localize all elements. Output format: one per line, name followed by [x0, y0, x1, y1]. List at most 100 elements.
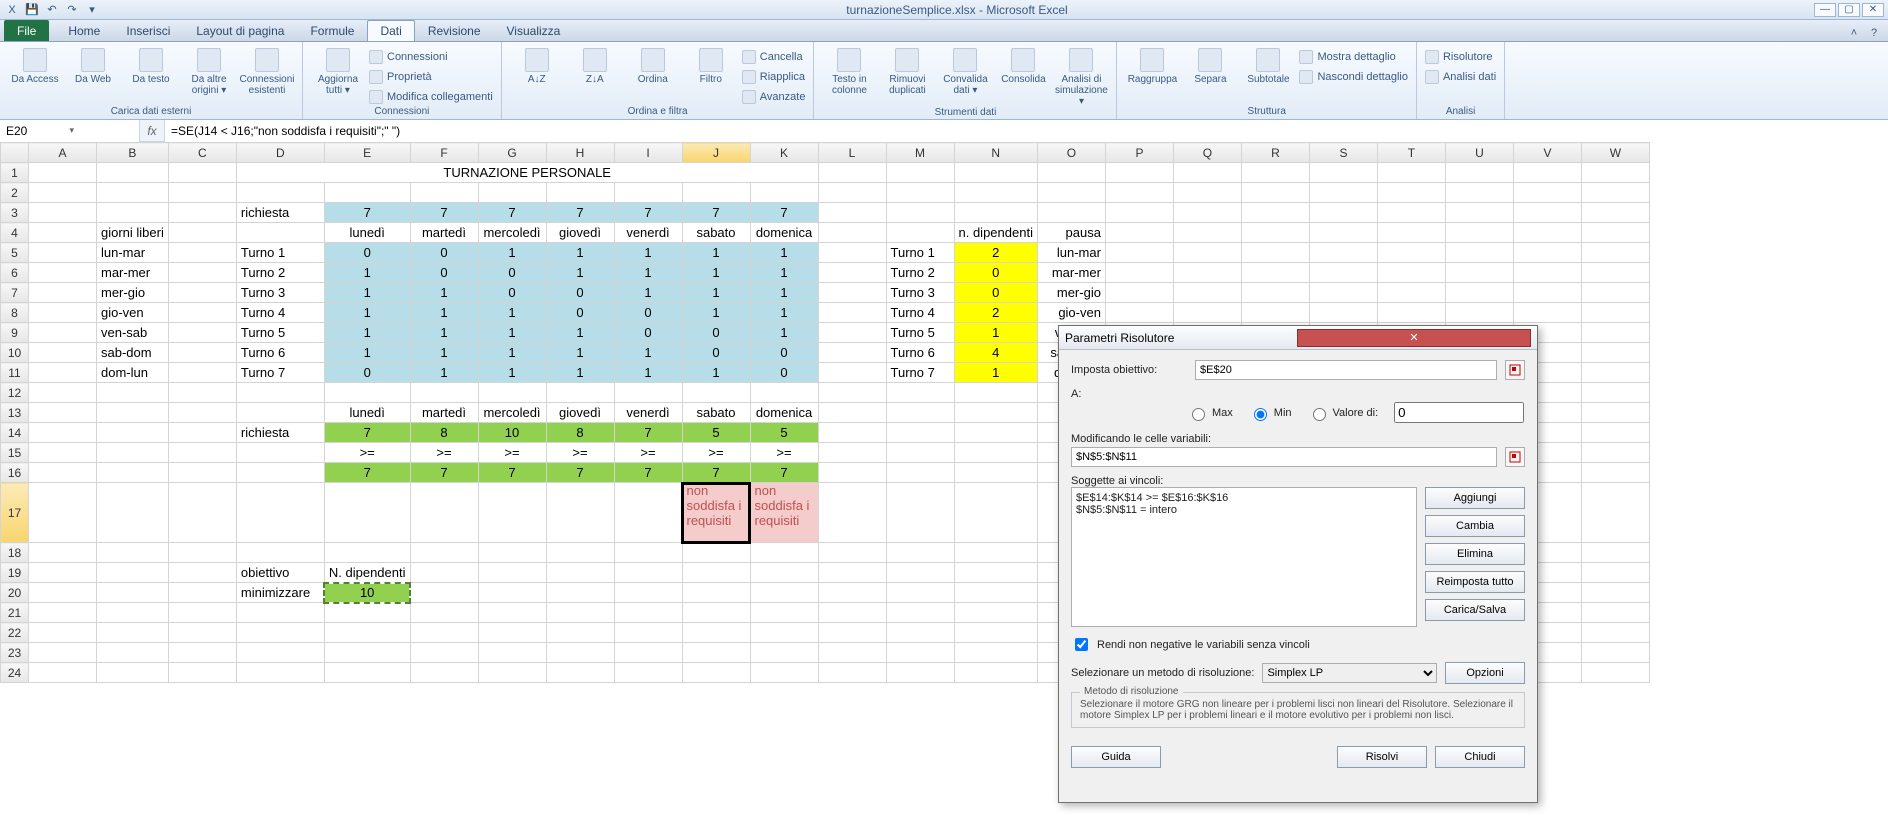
cell-B22[interactable] [97, 623, 169, 643]
cell-L9[interactable] [818, 323, 886, 343]
cell-A14[interactable] [29, 423, 97, 443]
cell-F17[interactable] [410, 483, 478, 543]
cell-D14[interactable]: richiesta [236, 423, 324, 443]
col-header-M[interactable]: M [886, 143, 954, 163]
col-header-B[interactable]: B [97, 143, 169, 163]
cell-A16[interactable] [29, 463, 97, 483]
cell-J16[interactable]: 7 [682, 463, 750, 483]
cell-W17[interactable] [1581, 483, 1649, 543]
cell-M10[interactable]: Turno 6 [886, 343, 954, 363]
tools-convalida-dati--button[interactable]: Convalida dati ▾ [938, 44, 992, 107]
cell-W21[interactable] [1581, 603, 1649, 623]
cell-I24[interactable] [614, 663, 682, 683]
ext-data-da-access-button[interactable]: Da Access [8, 44, 62, 96]
cell-N12[interactable] [954, 383, 1037, 403]
cell-L24[interactable] [818, 663, 886, 683]
cell-R1[interactable] [1241, 163, 1309, 183]
cell-E7[interactable]: 1 [324, 283, 410, 303]
cell-J19[interactable] [682, 563, 750, 583]
cell-L11[interactable] [818, 363, 886, 383]
row-header-18[interactable]: 18 [1, 543, 29, 563]
tab-home[interactable]: Home [55, 20, 113, 41]
cell-W8[interactable] [1581, 303, 1649, 323]
cell-R4[interactable] [1241, 223, 1309, 243]
cell-A10[interactable] [29, 343, 97, 363]
cell-W22[interactable] [1581, 623, 1649, 643]
row-header-11[interactable]: 11 [1, 363, 29, 383]
cell-M12[interactable] [886, 383, 954, 403]
tab-layout-di-pagina[interactable]: Layout di pagina [183, 20, 297, 41]
cell-H7[interactable]: 0 [546, 283, 614, 303]
cell-I10[interactable]: 1 [614, 343, 682, 363]
cell-W11[interactable] [1581, 363, 1649, 383]
cell-B9[interactable]: ven-sab [97, 323, 169, 343]
set-objective-input[interactable] [1195, 360, 1497, 380]
cell-A24[interactable] [29, 663, 97, 683]
cell-A21[interactable] [29, 603, 97, 623]
cell-V3[interactable] [1513, 203, 1581, 223]
cell-B2[interactable] [97, 183, 169, 203]
cell-I18[interactable] [614, 543, 682, 563]
cell-E22[interactable] [324, 623, 410, 643]
cell-H15[interactable]: >= [546, 443, 614, 463]
cell-I11[interactable]: 1 [614, 363, 682, 383]
cell-G23[interactable] [478, 643, 546, 663]
cell-G6[interactable]: 0 [478, 263, 546, 283]
help-icon[interactable]: ? [1866, 25, 1882, 41]
undo-icon[interactable]: ↶ [44, 2, 60, 18]
cell-K16[interactable]: 7 [750, 463, 818, 483]
outline-nascondi-dettaglio-button[interactable]: Nascondi dettaglio [1299, 66, 1408, 84]
cell-I6[interactable]: 1 [614, 263, 682, 283]
options-button[interactable]: Opzioni [1445, 662, 1525, 684]
sort-z-a-button[interactable]: Z↓A [568, 44, 622, 104]
cell-I2[interactable] [614, 183, 682, 203]
cell-J8[interactable]: 1 [682, 303, 750, 323]
cell-E8[interactable]: 1 [324, 303, 410, 323]
cell-T4[interactable] [1377, 223, 1445, 243]
cell-S7[interactable] [1309, 283, 1377, 303]
cell-A8[interactable] [29, 303, 97, 323]
cell-M1[interactable] [886, 163, 954, 183]
cell-O2[interactable] [1037, 183, 1105, 203]
cell-N16[interactable] [954, 463, 1037, 483]
cell-O3[interactable] [1037, 203, 1105, 223]
cell-K14[interactable]: 5 [750, 423, 818, 443]
tab-inserisci[interactable]: Inserisci [113, 20, 183, 41]
cell-C4[interactable] [168, 223, 236, 243]
outline-separa-button[interactable]: Separa [1183, 44, 1237, 85]
cell-S1[interactable] [1309, 163, 1377, 183]
cell-B11[interactable]: dom-lun [97, 363, 169, 383]
cell-W5[interactable] [1581, 243, 1649, 263]
cell-G3[interactable]: 7 [478, 203, 546, 223]
cell-F23[interactable] [410, 643, 478, 663]
cell-M7[interactable]: Turno 3 [886, 283, 954, 303]
cell-J2[interactable] [682, 183, 750, 203]
cell-E11[interactable]: 0 [324, 363, 410, 383]
cell-D20[interactable]: minimizzare [236, 583, 324, 603]
cell-R3[interactable] [1241, 203, 1309, 223]
cell-F9[interactable]: 1 [410, 323, 478, 343]
solve-button[interactable]: Risolvi [1337, 746, 1427, 768]
value-of-input[interactable] [1394, 402, 1524, 423]
cell-I20[interactable] [614, 583, 682, 603]
cell-W2[interactable] [1581, 183, 1649, 203]
cell-O6[interactable]: mar-mer [1037, 263, 1105, 283]
cell-L20[interactable] [818, 583, 886, 603]
row-header-1[interactable]: 1 [1, 163, 29, 183]
cell-N7[interactable]: 0 [954, 283, 1037, 303]
cell-K8[interactable]: 1 [750, 303, 818, 323]
tools-rimuovi-duplicati-button[interactable]: Rimuovi duplicati [880, 44, 934, 107]
cell-G8[interactable]: 1 [478, 303, 546, 323]
cell-E19[interactable]: N. dipendenti [324, 563, 410, 583]
cell-E2[interactable] [324, 183, 410, 203]
col-header-E[interactable]: E [324, 143, 410, 163]
row-header-15[interactable]: 15 [1, 443, 29, 463]
cell-D22[interactable] [236, 623, 324, 643]
ext-data-da-web-button[interactable]: Da Web [66, 44, 120, 96]
cell-F10[interactable]: 1 [410, 343, 478, 363]
cell-L2[interactable] [818, 183, 886, 203]
cell-V7[interactable] [1513, 283, 1581, 303]
cell-M11[interactable]: Turno 7 [886, 363, 954, 383]
cell-F18[interactable] [410, 543, 478, 563]
cell-N2[interactable] [954, 183, 1037, 203]
